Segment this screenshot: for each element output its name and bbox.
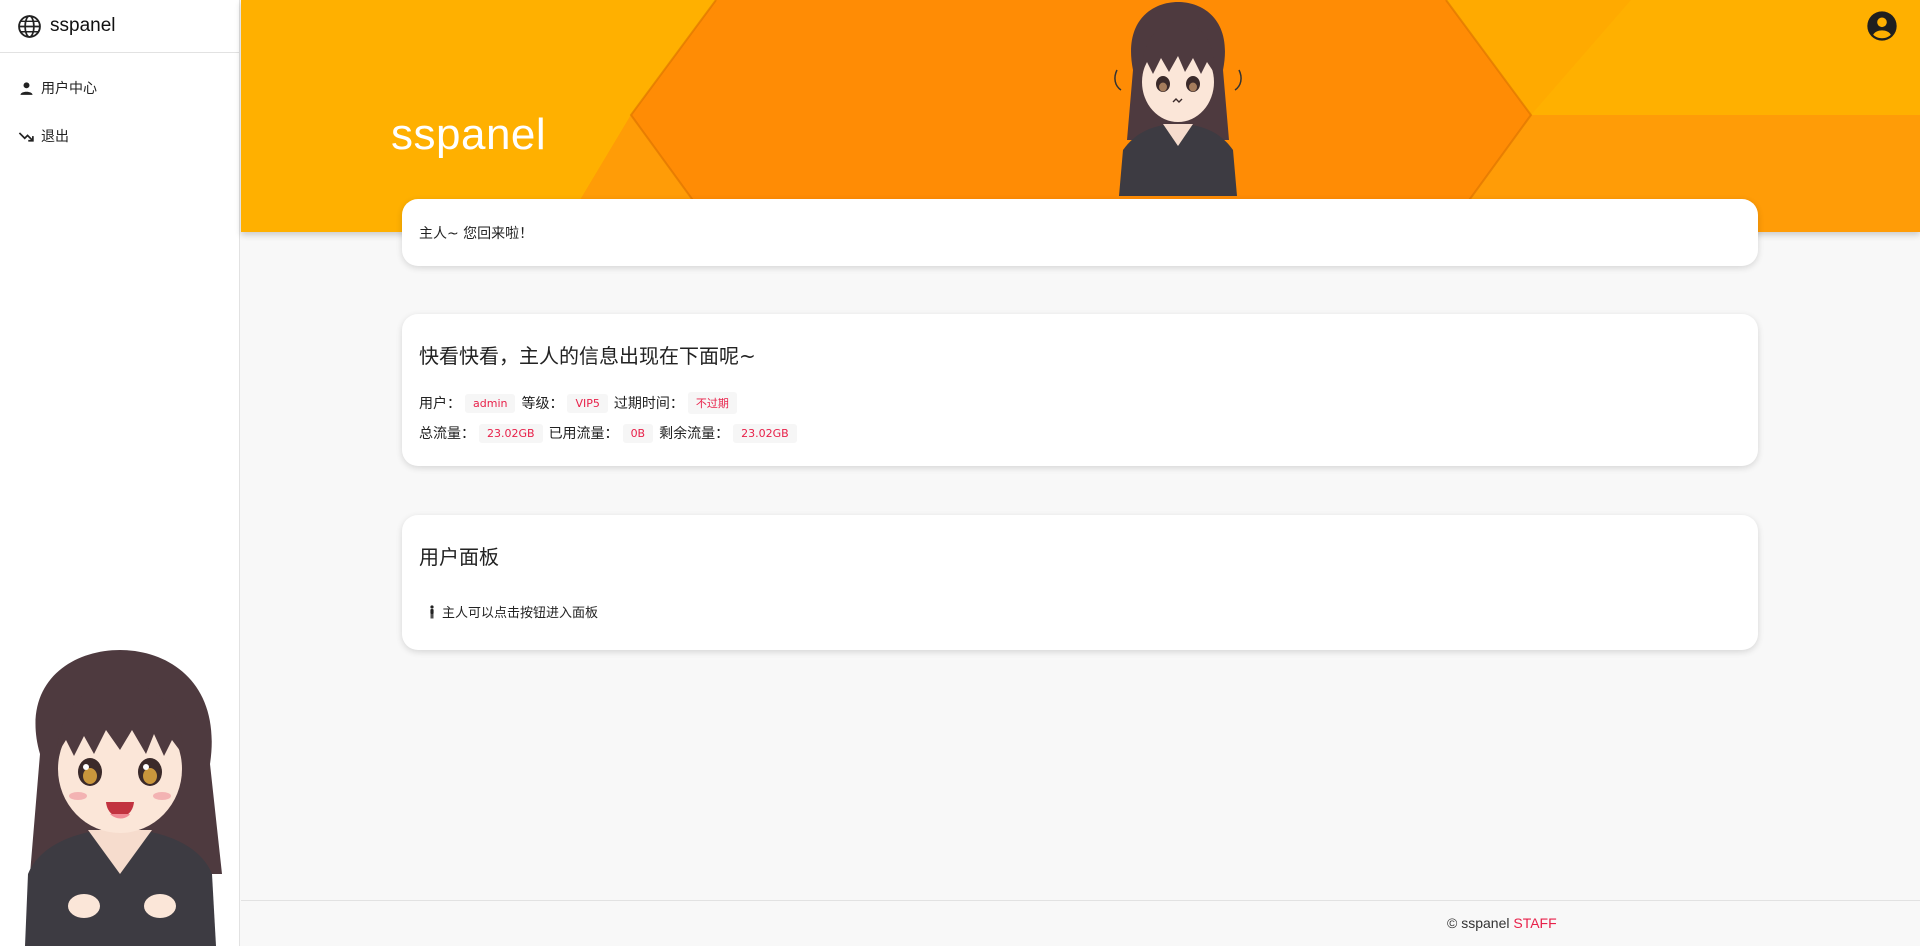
- person-icon: [18, 80, 35, 97]
- total-traffic-badge: 23.02GB: [479, 423, 543, 443]
- account-circle-icon[interactable]: [1866, 10, 1898, 42]
- user-panel-card: 用户面板 主人可以点击按钮进入面板: [402, 515, 1758, 650]
- sidebar-brand-title: sspanel: [50, 15, 116, 36]
- globe-icon: [17, 14, 42, 39]
- remaining-traffic-label: 剩余流量：: [659, 426, 730, 442]
- used-traffic-label: 已用流量：: [548, 426, 619, 442]
- header-title: sspanel: [391, 110, 547, 159]
- trending-down-icon: [18, 128, 35, 145]
- expire-label: 过期时间：: [613, 396, 684, 412]
- user-value-badge: admin: [465, 393, 516, 413]
- sidebar-item-label: 用户中心: [41, 81, 97, 97]
- panel-hint: 主人可以点击按钮进入面板: [419, 602, 1741, 621]
- user-info-card: 快看快看，主人的信息出现在下面呢~ 用户： admin 等级： VIP5 过期时…: [402, 314, 1758, 466]
- account-info-row: 用户： admin 等级： VIP5 过期时间： 不过期: [419, 392, 1741, 414]
- sidebar-item-logout[interactable]: 退出: [0, 112, 239, 160]
- sidebar: sspanel 用户中心 退出: [0, 0, 240, 946]
- sidebar-item-user-center[interactable]: 用户中心: [0, 64, 239, 112]
- app-root: sspanel 用户中心 退出 sspanel 主人~ 您回来啦！ 快看快看，主…: [0, 0, 1920, 946]
- footer-copyright: © sspanel STAFF: [1447, 915, 1557, 931]
- sidebar-brand[interactable]: sspanel: [0, 0, 239, 53]
- copyright-text: © sspanel: [1447, 915, 1514, 931]
- header-banner: sspanel: [241, 0, 1920, 232]
- man-icon: [427, 604, 437, 619]
- staff-link[interactable]: STAFF: [1513, 915, 1556, 931]
- footer: © sspanel STAFF: [241, 900, 1920, 946]
- level-value-badge: VIP5: [567, 393, 608, 413]
- sidebar-nav: 用户中心 退出: [0, 53, 239, 160]
- card-title: 快看快看，主人的信息出现在下面呢~: [419, 344, 756, 368]
- used-traffic-badge: 0B: [622, 423, 654, 443]
- user-label: 用户：: [419, 396, 461, 412]
- welcome-card: 主人~ 您回来啦！: [402, 199, 1758, 266]
- remaining-traffic-badge: 23.02GB: [733, 423, 797, 443]
- character-illustration: [25, 650, 222, 946]
- panel-hint-text: 主人可以点击按钮进入面板: [442, 606, 599, 621]
- expire-value-badge: 不过期: [687, 392, 737, 414]
- welcome-message: 主人~ 您回来啦！: [419, 225, 534, 242]
- header-character-illustration: [1114, 2, 1242, 196]
- level-label: 等级：: [521, 396, 564, 412]
- card-title: 用户面板: [419, 545, 499, 569]
- sidebar-item-label: 退出: [41, 129, 69, 145]
- traffic-info-row: 总流量： 23.02GB 已用流量： 0B 剩余流量： 23.02GB: [419, 423, 1741, 443]
- total-traffic-label: 总流量：: [419, 426, 475, 442]
